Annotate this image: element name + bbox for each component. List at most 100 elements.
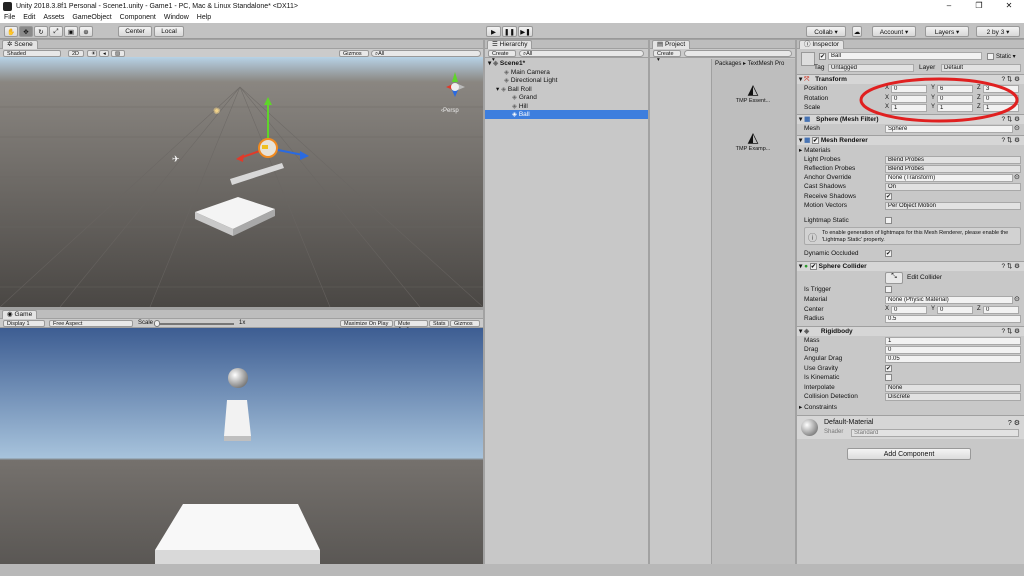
breadcrumb-textmeshpro[interactable]: TextMesh Pro <box>748 61 785 67</box>
lightmap-static-checkbox[interactable] <box>885 217 892 224</box>
active-checkbox[interactable]: ✔ <box>819 53 826 60</box>
rect-tool-icon[interactable]: ▣ <box>64 26 78 37</box>
light-probes-dropdown[interactable]: Blend Probes <box>885 156 1021 164</box>
pause-button[interactable]: ❚❚ <box>502 26 517 37</box>
breadcrumb-packages[interactable]: Packages <box>715 61 741 67</box>
add-component-button[interactable]: Add Component <box>847 448 971 460</box>
tab-game[interactable]: ◉ Game <box>2 310 38 319</box>
minimize-button[interactable]: – <box>934 0 964 12</box>
tag-dropdown[interactable]: Untagged <box>828 64 914 72</box>
menu-component[interactable]: Component <box>116 14 160 21</box>
receive-shadows-checkbox[interactable]: ✔ <box>885 193 892 200</box>
constraints-foldout[interactable]: ▸ Constraints <box>799 403 837 411</box>
cast-shadows-dropdown[interactable]: On <box>885 183 1021 191</box>
scale-tool-icon[interactable]: ⤢ <box>49 26 63 37</box>
center-z-field[interactable]: 0 <box>983 306 1019 314</box>
is-kinematic-checkbox[interactable] <box>885 374 892 381</box>
step-button[interactable]: ▶❚ <box>518 26 533 37</box>
collider-enabled-checkbox[interactable]: ✔ <box>809 262 817 270</box>
rigidbody-header[interactable]: ▾ ◈ Rigidbody ? ⇅ ⚙ <box>797 326 1024 336</box>
scene-view[interactable]: ✺ ✈ ‹Persp <box>0 57 483 307</box>
anchor-override-field[interactable]: None (Transform) <box>885 174 1013 182</box>
collab-dropdown[interactable]: Collab ▾ <box>806 26 846 37</box>
object-name-field[interactable]: Ball <box>828 52 982 60</box>
meshrenderer-header[interactable]: ▾ ▦ ✔ Mesh Renderer ? ⇅ ⚙ <box>797 135 1024 145</box>
move-tool-icon[interactable]: ✥ <box>19 26 33 37</box>
component-settings-icon[interactable]: ? ⇅ ⚙ <box>1001 327 1020 337</box>
space-toggle[interactable]: Local <box>154 26 184 37</box>
object-picker-icon[interactable]: ⊙ <box>1014 173 1020 181</box>
collision-detection-dropdown[interactable]: Discrete <box>885 393 1021 401</box>
maximize-button[interactable]: ❐ <box>964 0 994 12</box>
scale-slider[interactable] <box>154 323 234 325</box>
layers-dropdown[interactable]: Layers ▾ <box>925 26 969 37</box>
menu-assets[interactable]: Assets <box>39 14 68 21</box>
asset-tmp-essentials[interactable]: ◭ TMP Essent... <box>728 81 778 104</box>
game-view[interactable] <box>0 328 483 564</box>
interpolate-dropdown[interactable]: None <box>885 384 1021 392</box>
tab-inspector[interactable]: ⓘ Inspector <box>799 40 845 49</box>
collider-header[interactable]: ▾ ● ✔ Sphere Collider ? ⇅ ⚙ <box>797 261 1024 271</box>
menu-help[interactable]: Help <box>193 14 215 21</box>
angular-drag-field[interactable]: 0.05 <box>885 355 1021 363</box>
tab-scene[interactable]: ✲ Scene <box>2 40 38 49</box>
pivot-toggle[interactable]: Center <box>118 26 152 37</box>
collider-material-field[interactable]: None (Physic Material) <box>885 296 1013 304</box>
2d-toggle[interactable]: 2D <box>68 50 84 57</box>
shader-dropdown[interactable]: Standard <box>851 429 1019 437</box>
is-trigger-checkbox[interactable] <box>885 286 892 293</box>
rotate-tool-icon[interactable]: ↻ <box>34 26 48 37</box>
account-dropdown[interactable]: Account ▾ <box>872 26 916 37</box>
layout-dropdown[interactable]: 2 by 3 ▾ <box>976 26 1020 37</box>
dynamic-occluded-checkbox[interactable]: ✔ <box>885 250 892 257</box>
motion-vectors-dropdown[interactable]: Per Object Motion <box>885 202 1021 210</box>
scale-slider-handle[interactable] <box>154 320 160 327</box>
project-create-button[interactable]: Create ▾ <box>653 50 681 63</box>
reflection-probes-dropdown[interactable]: Blend Probes <box>885 165 1021 173</box>
mute-audio-toggle[interactable]: Mute Audio <box>394 320 428 333</box>
tab-project[interactable]: ▤ Project <box>652 40 691 49</box>
asset-tmp-examples[interactable]: ◭ TMP Examp... <box>728 129 778 152</box>
hierarchy-search-input[interactable]: ⌕All <box>519 50 644 57</box>
menu-window[interactable]: Window <box>160 14 193 21</box>
persp-label[interactable]: ‹Persp <box>441 108 459 114</box>
display-dropdown[interactable]: Display 1 <box>3 320 45 327</box>
game-gizmos-dropdown[interactable]: Gizmos <box>450 320 480 327</box>
stats-toggle[interactable]: Stats <box>429 320 449 327</box>
close-button[interactable]: ✕ <box>994 0 1024 12</box>
lighting-toggle-icon[interactable]: ☀ <box>87 50 97 57</box>
cloud-icon[interactable]: ☁ <box>852 26 862 37</box>
audio-toggle-icon[interactable]: ◂ <box>99 50 109 57</box>
component-settings-icon[interactable]: ? ⇅ ⚙ <box>1001 262 1020 272</box>
use-gravity-checkbox[interactable]: ✔ <box>885 365 892 372</box>
meshrenderer-enabled-checkbox[interactable]: ✔ <box>812 136 820 144</box>
menu-edit[interactable]: Edit <box>19 14 39 21</box>
tab-hierarchy[interactable]: ☰ Hierarchy <box>487 40 533 49</box>
center-x-field[interactable]: 0 <box>891 306 927 314</box>
hierarchy-item[interactable]: ◈ Ball <box>485 110 648 119</box>
mass-field[interactable]: 1 <box>885 337 1021 345</box>
center-y-field[interactable]: 0 <box>937 306 973 314</box>
project-search-input[interactable] <box>684 50 792 57</box>
transform-tool-icon[interactable]: ⊕ <box>79 26 93 37</box>
hierarchy-create-button[interactable]: Create ▾ <box>488 50 516 63</box>
material-section[interactable]: Default-Material Shader Standard ? ⚙ <box>797 415 1024 439</box>
drag-field[interactable]: 0 <box>885 346 1021 354</box>
play-button[interactable]: ▶ <box>486 26 501 37</box>
effects-toggle-icon[interactable]: ▨ <box>111 50 125 57</box>
maximize-on-play-toggle[interactable]: Maximize On Play <box>340 320 393 327</box>
layer-dropdown[interactable]: Default <box>941 64 1021 72</box>
orientation-gizmo[interactable] <box>446 72 465 97</box>
edit-collider-button[interactable]: ⤡ <box>885 272 903 284</box>
aspect-dropdown[interactable]: Free Aspect <box>49 320 133 327</box>
static-checkbox[interactable] <box>987 53 994 60</box>
shading-dropdown[interactable]: Shaded <box>3 50 61 57</box>
static-label[interactable]: Static ▾ <box>996 53 1016 60</box>
menu-file[interactable]: File <box>0 14 19 21</box>
component-settings-icon[interactable]: ? ⚙ <box>1008 419 1020 427</box>
menu-gameobject[interactable]: GameObject <box>68 14 115 21</box>
radius-field[interactable]: 0.5 <box>885 315 1021 323</box>
scene-gizmos-dropdown[interactable]: Gizmos ▾ <box>339 50 369 63</box>
object-picker-icon[interactable]: ⊙ <box>1014 295 1020 303</box>
scene-search-input[interactable]: ⌕All <box>371 50 481 57</box>
